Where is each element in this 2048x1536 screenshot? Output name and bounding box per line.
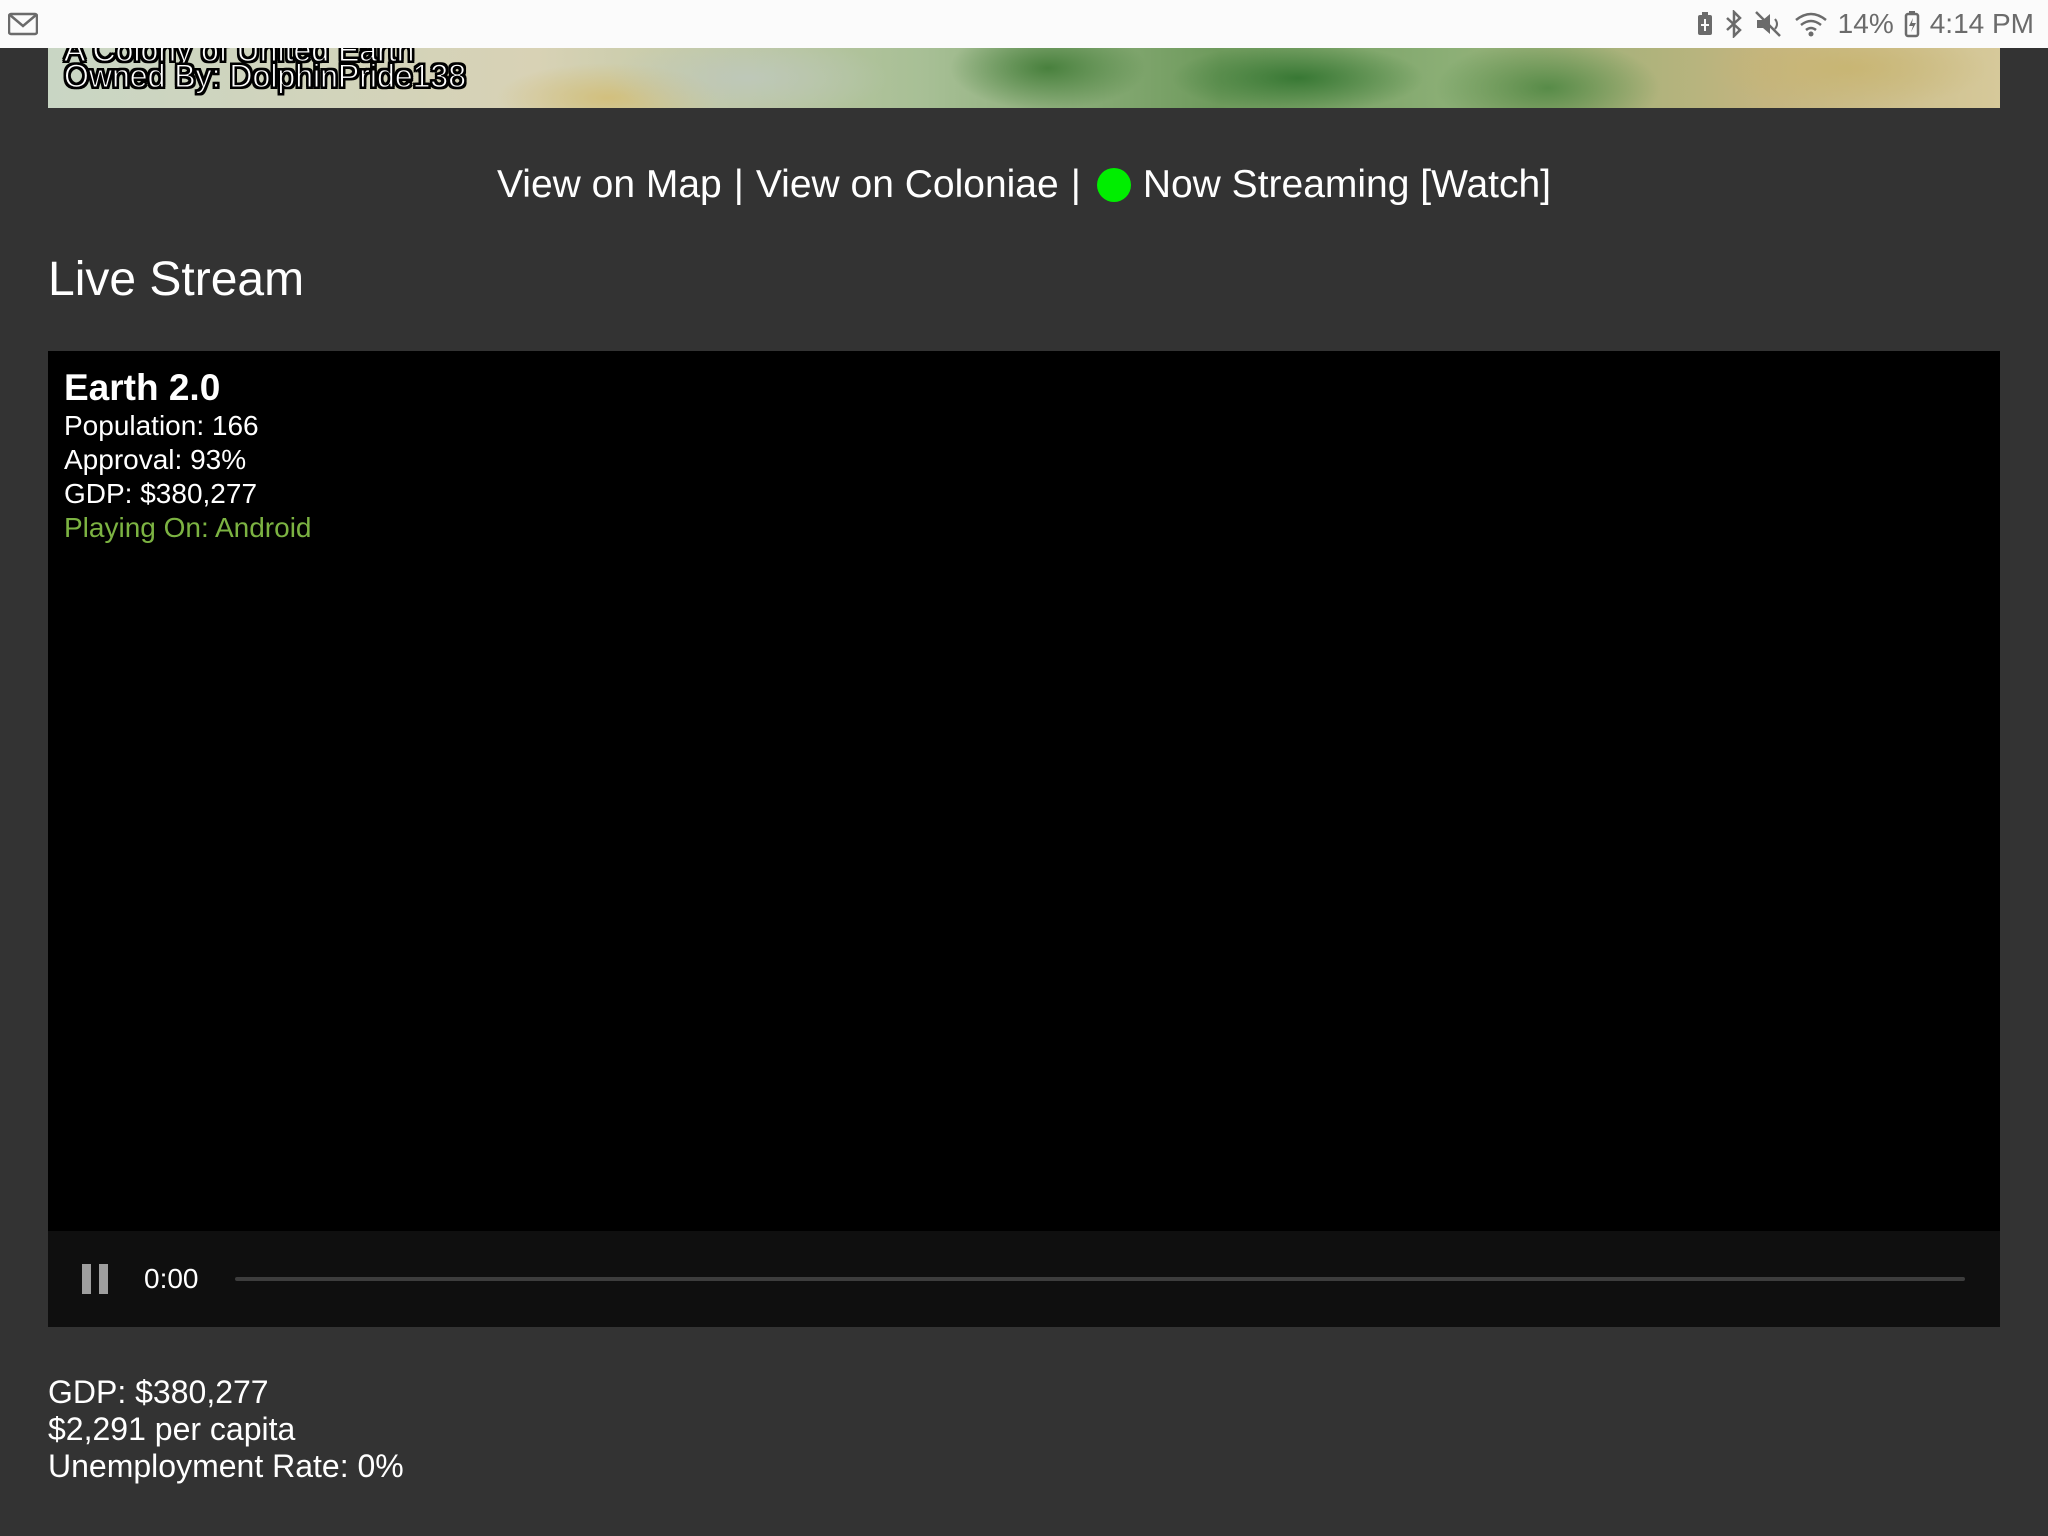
- banner-owner: Owned By: DolphinPride138: [64, 58, 467, 95]
- wifi-icon: [1794, 10, 1828, 38]
- view-on-coloniae-link[interactable]: View on Coloniae: [756, 163, 1059, 207]
- pause-icon[interactable]: [82, 1264, 110, 1294]
- overlay-approval: Approval: 93%: [64, 444, 247, 475]
- progress-bar[interactable]: [234, 1277, 1965, 1281]
- clock: 4:14 PM: [1929, 8, 2034, 39]
- stat-per-capita: $2,291 per capita: [48, 1411, 296, 1447]
- gmail-icon: [8, 12, 38, 36]
- stream-overlay: Earth 2.0 Population: 166 Approval: 93% …: [64, 367, 312, 545]
- section-title: Live Stream: [48, 253, 305, 306]
- live-indicator-icon: [1096, 168, 1131, 202]
- battery-percent: 14%: [1837, 8, 1894, 39]
- overlay-platform: Playing On: Android: [64, 512, 312, 543]
- playback-time: 0:00: [144, 1263, 199, 1294]
- economy-stats: GDP: $380,277 $2,291 per capita Unemploy…: [48, 1374, 404, 1485]
- link-separator: |: [1070, 163, 1081, 206]
- link-separator: |: [733, 163, 744, 206]
- owned-by-label: Owned By:: [64, 58, 222, 95]
- overlay-title: Earth 2.0: [64, 367, 221, 408]
- colony-banner: A Colony of United Earth Owned By: Dolph…: [48, 48, 2000, 108]
- overlay-gdp: GDP: $380,277: [64, 478, 258, 509]
- stat-unemployment: Unemployment Rate: 0%: [48, 1448, 404, 1484]
- view-on-map-link[interactable]: View on Map: [497, 163, 722, 207]
- status-bar: 14% 4:14 PM: [0, 0, 2048, 48]
- overlay-population: Population: 166: [64, 410, 259, 441]
- stat-gdp: GDP: $380,277: [48, 1374, 269, 1410]
- mute-icon: [1754, 10, 1784, 38]
- battery-icon: [1904, 10, 1920, 38]
- owner-name: DolphinPride138: [229, 58, 467, 95]
- colony-links: View on Map | View on Coloniae | Now Str…: [0, 160, 2048, 210]
- video-player[interactable]: Earth 2.0 Population: 166 Approval: 93% …: [48, 351, 2000, 1327]
- now-streaming-watch-link[interactable]: Now Streaming [Watch]: [1143, 163, 1551, 207]
- battery-saver-icon: [1696, 11, 1714, 37]
- bluetooth-icon: [1724, 10, 1744, 38]
- player-controls: 0:00: [48, 1231, 2000, 1327]
